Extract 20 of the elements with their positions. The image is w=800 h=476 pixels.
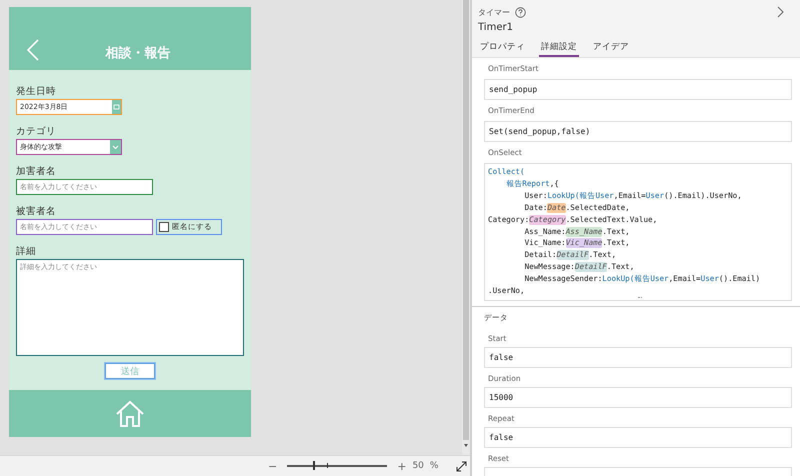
screen-title: 相談・報告	[104, 44, 170, 62]
percent-sign: %	[430, 461, 438, 472]
formula-field[interactable]: false	[484, 426, 792, 448]
field-label: 被害者名	[16, 206, 57, 218]
formula-field[interactable]: Set(send_popup,false)	[484, 121, 792, 142]
field-label: 詳細	[16, 246, 37, 258]
zoom-out-button[interactable]: −	[268, 460, 278, 473]
tab[interactable]: プロパティ	[478, 39, 527, 57]
zoom-level: 50	[412, 461, 424, 472]
control-name: Timer1	[478, 22, 514, 33]
formula-field[interactable]: false	[484, 346, 792, 368]
formula-field[interactable]: send_popup	[484, 79, 792, 100]
formula-field[interactable]: 15000	[484, 386, 792, 408]
field-label: 発生日時	[16, 86, 57, 98]
zoom-in-button[interactable]: +	[397, 460, 406, 473]
field-label: カテゴリ	[16, 126, 57, 138]
field-label: 加害者名	[16, 166, 57, 178]
tab[interactable]: 詳細設定	[539, 39, 579, 57]
tab[interactable]: アイデア	[591, 39, 631, 57]
control-type: タイマー	[478, 6, 510, 18]
